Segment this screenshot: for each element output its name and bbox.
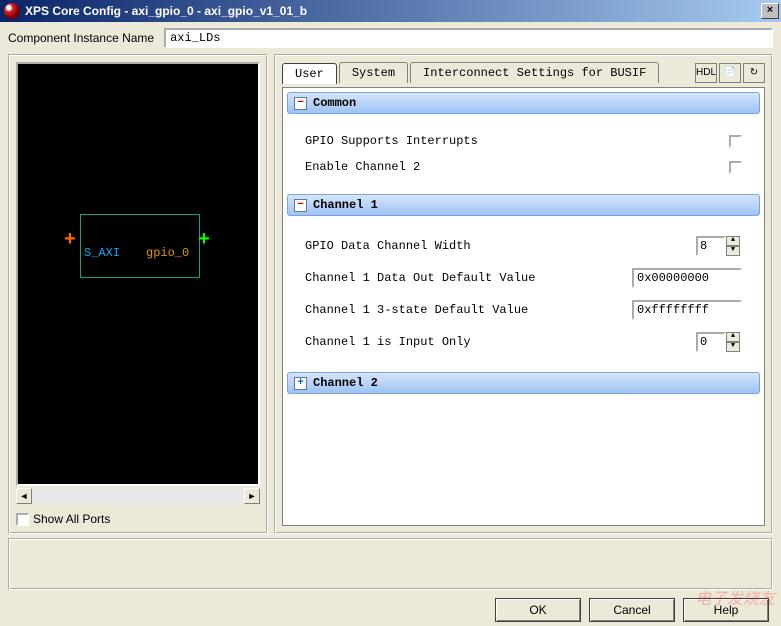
message-panel <box>8 538 773 590</box>
show-all-ports-row: Show All Ports <box>16 512 260 526</box>
expand-icon: + <box>294 377 307 390</box>
close-button[interactable]: × <box>761 3 779 19</box>
instance-name-row: Component Instance Name <box>0 22 781 54</box>
tab-content: − Common GPIO Supports Interrupts Enable… <box>282 87 765 526</box>
scroll-track[interactable] <box>32 488 244 504</box>
dataout-default-input[interactable] <box>632 268 742 288</box>
block-diagram-panel: + + S_AXI gpio_0 ◄ ► Show All Ports <box>8 54 268 534</box>
prop-row: Channel 1 Data Out Default Value <box>305 268 742 288</box>
window-title: XPS Core Config - axi_gpio_0 - axi_gpio_… <box>25 4 761 18</box>
port-right-label: gpio_0 <box>146 246 189 260</box>
port-left-label: S_AXI <box>84 246 120 260</box>
section-header-channel2[interactable]: + Channel 2 <box>287 372 760 394</box>
prop-label: Enable Channel 2 <box>305 160 729 174</box>
dialog-button-bar: OK Cancel Help <box>0 594 781 626</box>
tristate-default-input[interactable] <box>632 300 742 320</box>
prop-label: GPIO Supports Interrupts <box>305 134 729 148</box>
data-width-spinner[interactable]: ▲ ▼ <box>696 236 742 256</box>
tab-system[interactable]: System <box>339 62 408 83</box>
app-icon <box>4 3 20 19</box>
show-all-ports-checkbox[interactable] <box>16 513 29 526</box>
titlebar: XPS Core Config - axi_gpio_0 - axi_gpio_… <box>0 0 781 22</box>
hdl-button[interactable]: HDL <box>695 63 717 83</box>
help-button[interactable]: Help <box>683 598 769 622</box>
horizontal-scrollbar[interactable]: ◄ ► <box>16 488 260 504</box>
prop-row: Channel 1 3-state Default Value <box>305 300 742 320</box>
section-header-common[interactable]: − Common <box>287 92 760 114</box>
prop-label: Channel 1 is Input Only <box>305 335 696 349</box>
spin-down-button[interactable]: ▼ <box>726 342 740 352</box>
enable-channel2-checkbox[interactable] <box>729 161 742 174</box>
tabs-row: User System Interconnect Settings for BU… <box>282 62 765 83</box>
prop-row: Enable Channel 2 <box>305 160 742 174</box>
scroll-left-button[interactable]: ◄ <box>16 488 32 504</box>
section-title-channel2: Channel 2 <box>313 376 378 390</box>
interrupts-checkbox[interactable] <box>729 135 742 148</box>
prop-row: GPIO Supports Interrupts <box>305 134 742 148</box>
prop-row: GPIO Data Channel Width ▲ ▼ <box>305 236 742 256</box>
datasheet-button[interactable]: 📄 <box>719 63 741 83</box>
spin-up-button[interactable]: ▲ <box>726 332 740 342</box>
ok-button[interactable]: OK <box>495 598 581 622</box>
spin-down-button[interactable]: ▼ <box>726 246 740 256</box>
show-all-ports-label: Show All Ports <box>33 512 110 526</box>
instance-name-input[interactable] <box>164 28 773 48</box>
properties-panel: User System Interconnect Settings for BU… <box>274 54 773 534</box>
port-marker-left: + <box>64 229 76 252</box>
port-marker-right: + <box>198 229 210 252</box>
prop-label: Channel 1 Data Out Default Value <box>305 271 632 285</box>
block-diagram-viewport[interactable]: + + S_AXI gpio_0 <box>16 62 260 486</box>
collapse-icon: − <box>294 97 307 110</box>
data-width-input[interactable] <box>696 236 726 256</box>
section-title-common: Common <box>313 96 356 110</box>
prop-label: Channel 1 3-state Default Value <box>305 303 632 317</box>
prop-label: GPIO Data Channel Width <box>305 239 696 253</box>
input-only-input[interactable] <box>696 332 726 352</box>
section-body-common: GPIO Supports Interrupts Enable Channel … <box>285 116 762 192</box>
section-header-channel1[interactable]: − Channel 1 <box>287 194 760 216</box>
scroll-right-button[interactable]: ► <box>244 488 260 504</box>
collapse-icon: − <box>294 199 307 212</box>
section-title-channel1: Channel 1 <box>313 198 378 212</box>
refresh-button[interactable]: ↻ <box>743 63 765 83</box>
section-body-channel1: GPIO Data Channel Width ▲ ▼ Channel 1 Da… <box>285 218 762 370</box>
spin-up-button[interactable]: ▲ <box>726 236 740 246</box>
prop-row: Channel 1 is Input Only ▲ ▼ <box>305 332 742 352</box>
tab-interconnect[interactable]: Interconnect Settings for BUSIF <box>410 62 659 83</box>
instance-name-label: Component Instance Name <box>8 31 154 45</box>
tab-user[interactable]: User <box>282 63 337 84</box>
input-only-spinner[interactable]: ▲ ▼ <box>696 332 742 352</box>
cancel-button[interactable]: Cancel <box>589 598 675 622</box>
